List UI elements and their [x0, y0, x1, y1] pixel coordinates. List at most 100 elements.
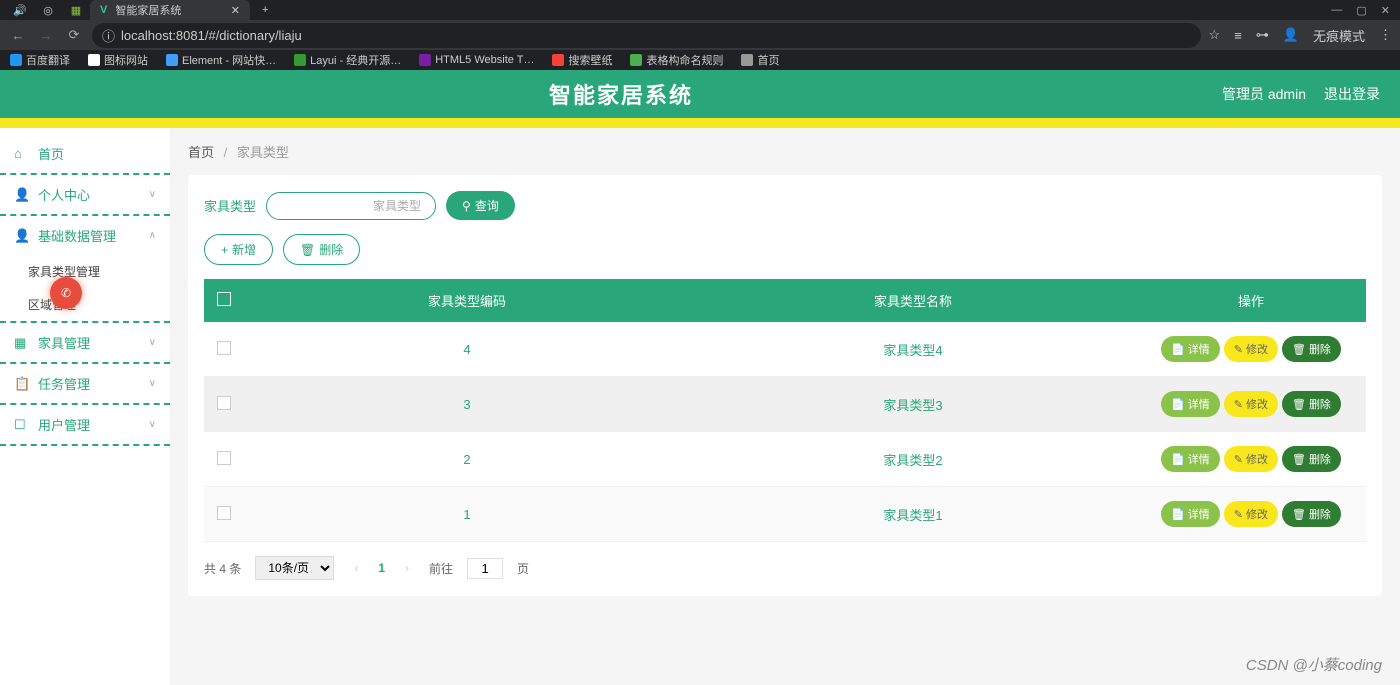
- goto-input[interactable]: [467, 558, 503, 579]
- edit-button[interactable]: ✎修改: [1224, 446, 1278, 472]
- detail-button[interactable]: 📄详情: [1161, 501, 1220, 527]
- forward-button[interactable]: →: [36, 28, 56, 43]
- bookmark-item[interactable]: Element - 网站快…: [166, 52, 276, 68]
- row-checkbox[interactable]: [217, 396, 231, 410]
- reload-button[interactable]: ⟳: [64, 27, 84, 43]
- sidebar-item-label: 任务管理: [38, 374, 90, 393]
- incognito-icon: 👤: [1283, 27, 1299, 43]
- bookmark-icon: [294, 54, 306, 66]
- prev-page-button[interactable]: ‹: [348, 561, 364, 575]
- sidebar-item-label: 个人中心: [38, 185, 90, 204]
- bookmark-item[interactable]: 表格构命名规则: [630, 52, 723, 68]
- window-maximize-icon[interactable]: ▢: [1356, 4, 1366, 17]
- sidebar-sub-furniture-type[interactable]: 家具类型管理: [0, 255, 170, 288]
- bookmark-item[interactable]: 首页: [741, 52, 779, 68]
- browser-tab[interactable]: V 智能家居系统 ✕: [90, 0, 250, 20]
- edit-button[interactable]: ✎修改: [1224, 336, 1278, 362]
- bookmark-item[interactable]: Layui - 经典开源…: [294, 52, 401, 68]
- tab-close-icon[interactable]: ✕: [231, 4, 240, 17]
- data-table: 家具类型编码 家具类型名称 操作 4家具类型4📄详情✎修改🗑删除3家具类型3📄详…: [204, 279, 1366, 542]
- checkbox-all[interactable]: [217, 292, 231, 306]
- edit-button[interactable]: ✎修改: [1224, 391, 1278, 417]
- breadcrumb-current: 家具类型: [237, 145, 289, 160]
- table-row: 4家具类型4📄详情✎修改🗑删除: [204, 322, 1366, 377]
- main-content: 首页 / 家具类型 家具类型 ⚲ 查询 + 新增 🗑 删除: [170, 128, 1400, 685]
- row-delete-button[interactable]: 🗑删除: [1282, 446, 1341, 472]
- accent-strip: [0, 118, 1400, 128]
- cell-name: 家具类型3: [690, 377, 1136, 432]
- browser-chrome: 🔊 ◎ ▦ V 智能家居系统 ✕ + — ▢ ✕ ← → ⟳ ⓘ localho…: [0, 0, 1400, 70]
- star-bookmark-icon[interactable]: ☆: [1209, 27, 1221, 43]
- row-checkbox[interactable]: [217, 451, 231, 465]
- col-code: 家具类型编码: [244, 279, 690, 322]
- row-delete-button[interactable]: 🗑删除: [1282, 501, 1341, 527]
- bookmark-item[interactable]: 百度翻译: [10, 52, 70, 68]
- row-checkbox[interactable]: [217, 506, 231, 520]
- key-icon[interactable]: ⊶: [1256, 27, 1269, 43]
- address-bar-row: ← → ⟳ ⓘ localhost:8081/#/dictionary/liaj…: [0, 20, 1400, 50]
- detail-button[interactable]: 📄详情: [1161, 446, 1220, 472]
- sidebar-sub-area[interactable]: 区域管理: [0, 288, 170, 321]
- sidebar-item-personal[interactable]: 👤 个人中心 ∨: [0, 175, 170, 216]
- bookmark-icon: [741, 54, 753, 66]
- incognito-label: 无痕模式: [1313, 26, 1365, 45]
- app-title: 智能家居系统: [20, 78, 1222, 110]
- trash-icon: 🗑: [1292, 343, 1306, 356]
- window-minimize-icon[interactable]: —: [1331, 4, 1342, 17]
- edit-button[interactable]: ✎修改: [1224, 501, 1278, 527]
- trash-icon: 🗑: [1292, 453, 1306, 466]
- breadcrumb-separator: /: [224, 145, 228, 160]
- logout-link[interactable]: 退出登录: [1324, 84, 1380, 104]
- new-tab-button[interactable]: +: [250, 4, 280, 16]
- doc-icon: 📄: [1171, 398, 1185, 411]
- bookmark-item[interactable]: 搜索壁纸: [552, 52, 612, 68]
- search-input[interactable]: [266, 192, 436, 220]
- window-close-icon[interactable]: ✕: [1381, 4, 1390, 17]
- chevron-down-icon: ∨: [149, 337, 156, 348]
- detail-button[interactable]: 📄详情: [1161, 336, 1220, 362]
- doc-icon: 📄: [1171, 343, 1185, 356]
- user-info[interactable]: 管理员 admin: [1222, 84, 1306, 104]
- sidebar-item-home[interactable]: ⌂ 首页: [0, 134, 170, 175]
- bookmark-item[interactable]: 图标网站: [88, 52, 148, 68]
- plus-icon: +: [221, 243, 228, 257]
- tab-pin-2[interactable]: ▦: [62, 1, 90, 19]
- detail-button[interactable]: 📄详情: [1161, 391, 1220, 417]
- trash-icon: 🗑: [1292, 398, 1306, 411]
- search-icon: ⚲: [462, 199, 471, 213]
- tab-pin-1[interactable]: ◎: [34, 1, 62, 19]
- row-delete-button[interactable]: 🗑删除: [1282, 391, 1341, 417]
- chevron-down-icon: ∨: [149, 378, 156, 389]
- pencil-icon: ✎: [1234, 453, 1243, 466]
- add-button[interactable]: + 新增: [204, 234, 273, 265]
- trash-icon: 🗑: [300, 243, 315, 257]
- row-checkbox[interactable]: [217, 341, 231, 355]
- tab-strip: 🔊 ◎ ▦ V 智能家居系统 ✕ + — ▢ ✕: [0, 0, 1400, 20]
- site-info-icon[interactable]: ⓘ: [102, 26, 115, 45]
- delete-button[interactable]: 🗑 删除: [283, 234, 360, 265]
- table-row: 2家具类型2📄详情✎修改🗑删除: [204, 432, 1366, 487]
- pencil-icon: ✎: [1234, 343, 1243, 356]
- sidebar-item-task[interactable]: 📋 任务管理 ∨: [0, 364, 170, 405]
- current-page[interactable]: 1: [378, 561, 385, 575]
- sidebar-item-basedata[interactable]: 👤 基础数据管理 ∧: [0, 216, 170, 255]
- breadcrumb-home[interactable]: 首页: [188, 145, 214, 160]
- extensions-icon[interactable]: ≡: [1234, 28, 1242, 43]
- bookmark-icon: [10, 54, 22, 66]
- next-page-button[interactable]: ›: [399, 561, 415, 575]
- cell-ops: 📄详情✎修改🗑删除: [1136, 432, 1366, 487]
- bookmark-item[interactable]: HTML5 Website T…: [419, 54, 534, 66]
- col-checkbox: [204, 279, 244, 322]
- cell-code: 4: [244, 322, 690, 377]
- menu-icon[interactable]: ⋮: [1379, 27, 1392, 43]
- sidebar-item-user[interactable]: ☐ 用户管理 ∨: [0, 405, 170, 446]
- page-size-select[interactable]: 10条/页: [255, 556, 334, 580]
- query-button[interactable]: ⚲ 查询: [446, 191, 515, 220]
- audio-icon[interactable]: 🔊: [6, 1, 34, 19]
- user-icon: 👤: [14, 228, 30, 244]
- sidebar-item-furniture[interactable]: ▦ 家具管理 ∨: [0, 323, 170, 364]
- back-button[interactable]: ←: [8, 28, 28, 43]
- favicon-v-icon: V: [100, 4, 107, 16]
- row-delete-button[interactable]: 🗑删除: [1282, 336, 1341, 362]
- url-bar[interactable]: ⓘ localhost:8081/#/dictionary/liaju: [92, 23, 1201, 48]
